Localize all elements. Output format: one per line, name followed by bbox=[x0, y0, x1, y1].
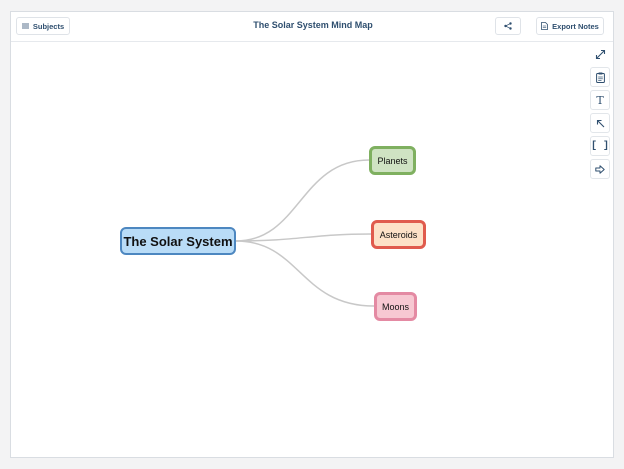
expand-icon bbox=[595, 49, 606, 60]
fullscreen-tool[interactable] bbox=[590, 44, 610, 64]
subjects-label: Subjects bbox=[32, 21, 65, 31]
clipboard-tool[interactable] bbox=[590, 67, 610, 87]
top-bar: Subjects The Solar System Mind Map Expor… bbox=[11, 12, 613, 42]
export-notes-label: Export Notes bbox=[552, 21, 599, 31]
right-toolbar: T [ ] bbox=[590, 44, 610, 179]
clipboard-icon bbox=[595, 72, 605, 83]
subjects-button[interactable]: Subjects bbox=[16, 17, 70, 35]
list-icon bbox=[21, 23, 29, 29]
arrow-right-icon bbox=[595, 164, 605, 174]
arrow-up-left-icon bbox=[596, 119, 605, 128]
document-icon bbox=[541, 22, 549, 30]
planets-node[interactable]: Planets bbox=[369, 146, 416, 175]
asteroids-node[interactable]: Asteroids bbox=[371, 220, 426, 249]
next-tool[interactable] bbox=[590, 159, 610, 179]
arrow-tool[interactable] bbox=[590, 113, 610, 133]
brackets-icon: [ ] bbox=[591, 140, 610, 152]
brackets-tool[interactable]: [ ] bbox=[590, 136, 610, 156]
share-icon bbox=[504, 22, 512, 30]
share-button[interactable] bbox=[495, 17, 521, 35]
text-tool[interactable]: T bbox=[590, 90, 610, 110]
moons-node[interactable]: Moons bbox=[374, 292, 417, 321]
root-node[interactable]: The Solar System bbox=[120, 227, 236, 255]
page-title: The Solar System Mind Map bbox=[253, 20, 373, 30]
export-notes-button[interactable]: Export Notes bbox=[536, 17, 604, 35]
app-window: Subjects The Solar System Mind Map Expor… bbox=[10, 11, 614, 458]
text-icon: T bbox=[596, 93, 604, 107]
